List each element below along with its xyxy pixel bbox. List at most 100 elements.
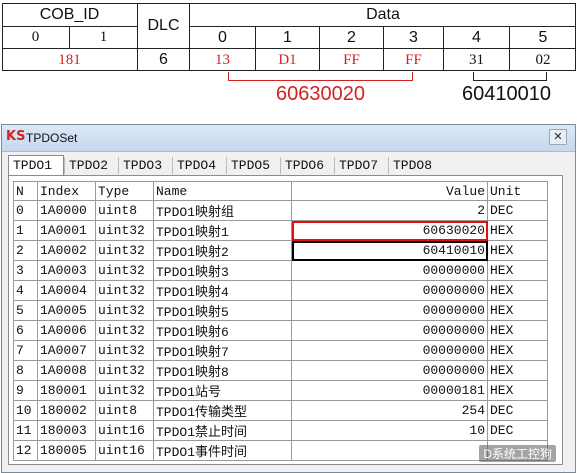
tab-tpdo4[interactable]: TPDO4 [172,157,226,174]
col-index-cell: 1A0008 [37,360,96,381]
col-index-cell: 180001 [37,380,96,401]
data-index-1: 1 [256,27,320,49]
col-n-cell: 12 [13,440,38,461]
black-group-bracket [473,72,547,81]
col-index-cell: 1A0003 [37,260,96,281]
table-row[interactable]: 0 1A0000 uint8 TPDO1映射组 2 DEC [13,200,548,221]
dlc-header: DLC [138,3,190,49]
data-index-2: 2 [320,27,384,49]
col-value-cell[interactable] [291,440,488,461]
cob-sub-0: 0 [2,27,70,49]
col-type-cell: uint32 [95,300,154,321]
col-type-cell: uint32 [95,260,154,281]
red-group-label: 60630020 [276,83,365,105]
window-title: TPDOSet [26,131,78,145]
col-index-cell: 1A0007 [37,340,96,361]
col-name-cell: TPDO1映射3 [153,260,292,281]
table-row[interactable]: 3 1A0003 uint32 TPDO1映射3 00000000 HEX [13,260,548,281]
col-name-cell: TPDO1映射4 [153,280,292,301]
table-row[interactable]: 6 1A0006 uint32 TPDO1映射6 00000000 HEX [13,320,548,341]
col-unit-cell: HEX [487,340,548,361]
title-bar[interactable]: KS TPDOSet ✕ [2,125,575,152]
col-value-cell[interactable]: 10 [291,420,488,441]
pdo-table: N Index Type Name Value Unit 0 1A0000 uint8 TPDO1… [13,181,548,461]
col-unit-cell: DEC [487,400,548,421]
tab-tpdo7[interactable]: TPDO7 [334,157,388,174]
tab-tpdo5[interactable]: TPDO5 [226,157,280,174]
data-header: Data [190,3,576,27]
col-name-cell: TPDO1映射6 [153,320,292,341]
close-button[interactable]: ✕ [549,129,567,145]
data-index-0: 0 [190,27,256,49]
table-row[interactable]: 7 1A0007 uint32 TPDO1映射7 00000000 HEX [13,340,548,361]
col-value-cell[interactable]: 2 [291,200,488,221]
col-value-cell[interactable]: 00000000 [291,260,488,281]
col-value-cell[interactable]: 254 [291,400,488,421]
col-unit-cell: HEX [487,380,548,401]
col-unit-header[interactable]: Unit [487,181,548,201]
col-type-cell: uint32 [95,320,154,341]
table-row[interactable]: 2 1A0002 uint32 TPDO1映射2 60410010 HEX [13,240,548,261]
table-row[interactable]: 11 180003 uint16 TPDO1禁止时间 10 DEC [13,420,548,441]
col-type-cell: uint32 [95,340,154,361]
col-n-cell: 10 [13,400,38,421]
col-name-cell: TPDO1映射2 [153,240,292,261]
data-byte-4: 31 [444,49,510,71]
col-value-cell[interactable]: 00000000 [291,300,488,321]
col-value-cell[interactable]: 60410010 [291,240,488,261]
col-n-header[interactable]: N [13,181,38,201]
tab-tpdo1[interactable]: TPDO1 [8,155,64,175]
tab-tpdo8[interactable]: TPDO8 [388,157,442,174]
col-n-cell: 2 [13,240,38,261]
col-value-cell[interactable]: 00000000 [291,340,488,361]
table-row[interactable]: 9 180001 uint32 TPDO1站号 00000181 HEX [13,380,548,401]
col-n-cell: 5 [13,300,38,321]
table-row[interactable]: 5 1A0005 uint32 TPDO1映射5 00000000 HEX [13,300,548,321]
col-unit-cell: HEX [487,220,548,241]
black-group-label: 60410010 [462,83,551,105]
col-unit-cell: HEX [487,300,548,321]
col-index-cell: 1A0000 [37,200,96,221]
col-value-cell[interactable]: 00000000 [291,280,488,301]
table-row[interactable]: 8 1A0008 uint32 TPDO1映射8 00000000 HEX [13,360,548,381]
col-value-cell[interactable]: 60630020 [291,220,488,241]
data-byte-1: D1 [256,49,320,71]
col-name-cell: TPDO1映射8 [153,360,292,381]
col-name-cell: TPDO1映射1 [153,220,292,241]
col-value-cell[interactable]: 00000181 [291,380,488,401]
table-row[interactable]: 10 180002 uint8 TPDO1传输类型 254 DEC [13,400,548,421]
col-n-cell: 1 [13,220,38,241]
tab-tpdo3[interactable]: TPDO3 [118,157,172,174]
table-row[interactable]: 4 1A0004 uint32 TPDO1映射4 00000000 HEX [13,280,548,301]
data-index-5: 5 [510,27,576,49]
col-n-cell: 7 [13,340,38,361]
col-value-cell[interactable]: 00000000 [291,360,488,381]
tab-tpdo6[interactable]: TPDO6 [280,157,334,174]
col-index-cell: 180005 [37,440,96,461]
data-byte-0: 13 [190,49,256,71]
col-type-cell: uint32 [95,380,154,401]
col-name-cell: TPDO1映射5 [153,300,292,321]
cob-id-value: 181 [2,49,138,71]
tab-tpdo2[interactable]: TPDO2 [64,157,118,174]
col-value-header[interactable]: Value [291,181,488,201]
col-n-cell: 4 [13,280,38,301]
col-value-cell[interactable]: 00000000 [291,320,488,341]
col-index-header[interactable]: Index [37,181,96,201]
col-n-cell: 3 [13,260,38,281]
col-unit-cell: HEX [487,280,548,301]
col-type-header[interactable]: Type [95,181,154,201]
col-n-cell: 6 [13,320,38,341]
table-row[interactable]: 12 180005 uint16 TPDO1事件时间 [13,440,548,461]
col-type-cell: uint32 [95,220,154,241]
col-type-cell: uint8 [95,400,154,421]
col-name-cell: TPDO1站号 [153,380,292,401]
dlc-value: 6 [138,49,190,71]
col-index-cell: 1A0005 [37,300,96,321]
table-row[interactable]: 1 1A0001 uint32 TPDO1映射1 60630020 HEX [13,220,548,241]
can-frame-table: COB_ID DLC Data 0 1 0 1 2 3 4 5 181 6 13… [2,3,576,71]
data-index-4: 4 [444,27,510,49]
col-name-header[interactable]: Name [153,181,292,201]
col-index-cell: 180002 [37,400,96,421]
col-unit-cell: DEC [487,200,548,221]
